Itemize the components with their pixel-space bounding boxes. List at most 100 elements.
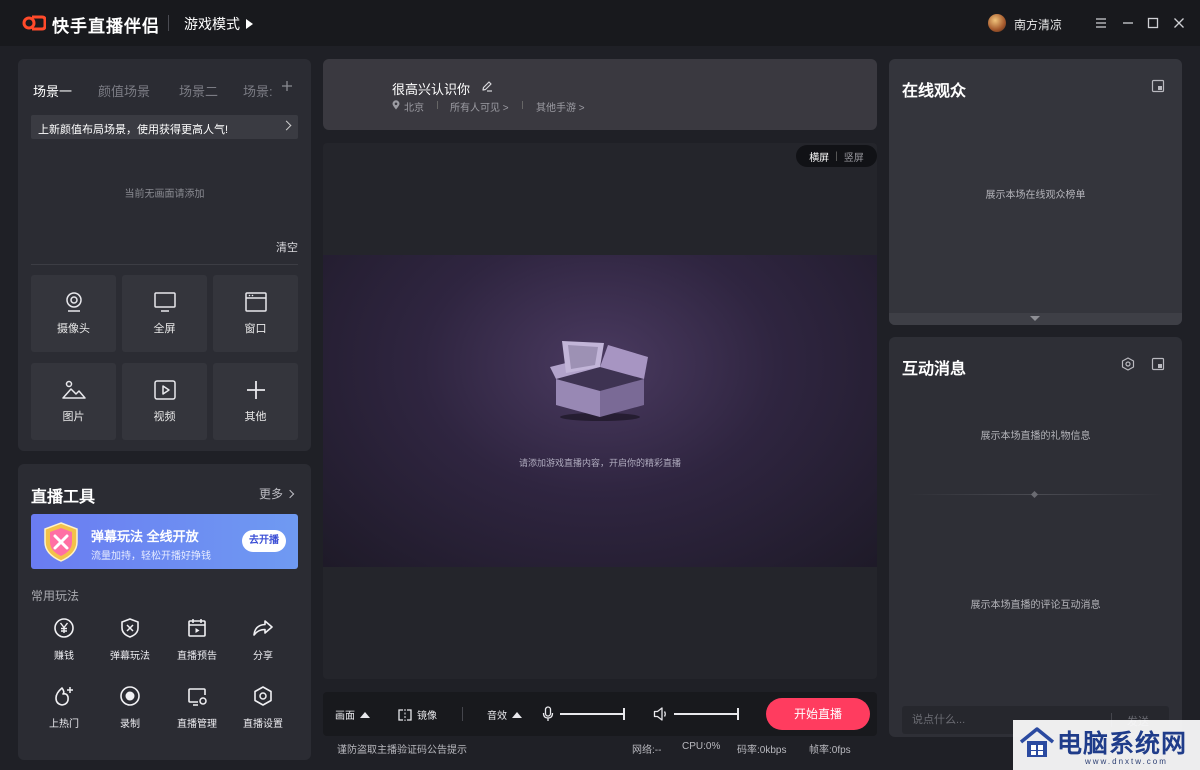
danmu-promo-banner[interactable]: 弹幕玩法 全线开放 流量加持，轻松开播好挣钱 去开播 — [31, 514, 298, 569]
tab-scene-3[interactable]: 场景: — [243, 81, 273, 100]
source-label: 摄像头 — [57, 323, 90, 335]
title-divider — [168, 15, 169, 31]
viewers-title: 在线观众 — [902, 83, 967, 100]
scene-promo-banner[interactable]: 上新颜值布局场景，使用获得更高人气! — [31, 115, 298, 139]
banner-text: 上新颜值布局场景，使用获得更高人气! — [38, 124, 229, 136]
promo-title: 弹幕玩法 全线开放 — [91, 529, 199, 544]
collapse-toggle[interactable] — [889, 313, 1182, 325]
tab-beauty-scene[interactable]: 颜值场景 — [98, 81, 150, 100]
interactive-messages-panel: 互动消息 展示本场直播的礼物信息 展示本场直播的评论互动消息 发送 — [889, 337, 1182, 737]
source-label: 其他 — [244, 411, 267, 423]
empty-scene-note: 当前无画面请添加 — [124, 189, 205, 200]
maximize-icon[interactable] — [1144, 14, 1162, 32]
caret-down-icon — [1030, 316, 1040, 321]
danmu-play-button[interactable]: 弹幕玩法 — [97, 617, 163, 669]
image-icon — [61, 377, 87, 403]
house-logo-icon — [1019, 726, 1055, 760]
picture-menu[interactable]: 画面 — [335, 707, 370, 722]
microphone-icon[interactable] — [542, 706, 554, 722]
tab-scene-2[interactable]: 场景二 — [179, 81, 218, 100]
more-label: 更多 — [259, 487, 284, 501]
minimize-icon[interactable] — [1119, 14, 1137, 32]
edit-icon[interactable] — [481, 80, 493, 92]
visibility-selector[interactable]: 所有人可见 > — [450, 99, 509, 114]
notice-link[interactable]: 谨防盗取主播验证码公告提示 — [337, 741, 467, 756]
danmu-badge-icon — [39, 520, 83, 564]
divider-dot — [1030, 490, 1039, 499]
camera-icon — [61, 289, 87, 315]
sound-effect-menu[interactable]: 音效 — [487, 707, 522, 722]
portrait-option[interactable]: 竖屏 — [844, 149, 864, 164]
mode-selector[interactable]: 游戏模式 — [184, 14, 253, 34]
tool-label: 直播设置 — [243, 719, 283, 730]
control-bar: 画面 镜像 音效 开始直播 — [323, 692, 877, 736]
location-pin-icon — [392, 100, 400, 110]
window-icon — [243, 289, 269, 315]
video-icon — [152, 377, 178, 403]
microphone-slider-handle[interactable] — [623, 708, 625, 720]
tab-scene-1[interactable]: 场景一 — [33, 81, 72, 100]
shield-x-icon — [119, 617, 141, 639]
add-video-button[interactable]: 视频 — [122, 363, 207, 440]
source-label: 全屏 — [153, 323, 176, 335]
chevron-right-icon — [285, 489, 295, 498]
stream-title[interactable]: 很高兴认识你 — [392, 79, 470, 98]
orientation-toggle: 横屏 | 竖屏 — [796, 145, 877, 167]
close-icon[interactable] — [1170, 14, 1188, 32]
add-other-button[interactable]: 其他 — [213, 363, 298, 440]
empty-box-icon — [548, 337, 652, 423]
viewers-note: 展示本场在线观众榜单 — [985, 190, 1086, 201]
live-tools-panel: 直播工具 更多 弹幕玩法 全线开放 流量加持，轻松开播好挣钱 去开播 常用玩法 … — [18, 464, 311, 760]
go-live-button[interactable]: 去开播 — [242, 530, 286, 552]
source-label: 视频 — [153, 411, 176, 423]
add-fullscreen-button[interactable]: 全屏 — [122, 275, 207, 352]
live-preview-area[interactable]: 横屏 | 竖屏 请添加游戏直播内容，开启你的精彩直播 — [323, 143, 877, 679]
add-window-button[interactable]: 窗口 — [213, 275, 298, 352]
add-camera-button[interactable]: 摄像头 — [31, 275, 116, 352]
caret-right-icon — [246, 19, 253, 29]
more-tools-link[interactable]: 更多 — [259, 485, 295, 502]
tool-label: 直播预告 — [177, 651, 217, 662]
add-scene-icon[interactable] — [281, 80, 293, 92]
category-selector[interactable]: 其他手游 > — [536, 99, 585, 114]
watermark-url: www.dnxtw.com — [1085, 757, 1168, 766]
landscape-option[interactable]: 横屏 — [809, 149, 829, 164]
live-settings-button[interactable]: 直播设置 — [230, 685, 296, 737]
record-button[interactable]: 录制 — [97, 685, 163, 737]
plus-icon — [243, 377, 269, 403]
source-label: 图片 — [62, 411, 85, 423]
source-label: 窗口 — [244, 323, 267, 335]
clear-button[interactable]: 清空 — [276, 239, 298, 255]
location-label[interactable]: 北京 — [404, 99, 424, 114]
messages-title: 互动消息 — [902, 361, 967, 378]
popout-icon[interactable] — [1151, 79, 1165, 93]
settings-gear-icon[interactable] — [1121, 357, 1135, 371]
username[interactable]: 南方清凉 — [1014, 16, 1062, 33]
tool-label: 直播管理 — [177, 719, 217, 730]
common-features-label: 常用玩法 — [31, 589, 80, 603]
earn-money-button[interactable]: 赚钱 — [31, 617, 97, 669]
start-live-button[interactable]: 开始直播 — [766, 698, 870, 730]
go-trending-button[interactable]: 上热门 — [31, 685, 97, 737]
mirror-icon — [398, 708, 412, 721]
live-preview-button[interactable]: 直播预告 — [164, 617, 230, 669]
preview-hint: 请添加游戏直播内容，开启你的精彩直播 — [518, 458, 681, 468]
title-bar: 快手直播伴侣 游戏模式 南方清凉 — [0, 0, 1200, 46]
microphone-volume-slider[interactable] — [560, 713, 624, 715]
menu-icon[interactable] — [1092, 14, 1110, 32]
popout-icon[interactable] — [1151, 357, 1165, 371]
control-divider — [462, 707, 463, 721]
mirror-toggle[interactable]: 镜像 — [398, 707, 437, 722]
speaker-volume-slider[interactable] — [674, 713, 738, 715]
live-manage-button[interactable]: 直播管理 — [164, 685, 230, 737]
share-button[interactable]: 分享 — [230, 617, 296, 669]
online-viewers-panel: 在线观众 展示本场在线观众榜单 — [889, 59, 1182, 325]
preview-canvas: 请添加游戏直播内容，开启你的精彩直播 — [323, 255, 877, 567]
share-icon — [252, 617, 274, 639]
add-image-button[interactable]: 图片 — [31, 363, 116, 440]
speaker-slider-handle[interactable] — [737, 708, 739, 720]
avatar[interactable] — [988, 14, 1006, 32]
speaker-icon[interactable] — [653, 706, 669, 722]
tool-label: 赚钱 — [54, 651, 74, 662]
kuaishou-logo-icon — [22, 13, 46, 33]
